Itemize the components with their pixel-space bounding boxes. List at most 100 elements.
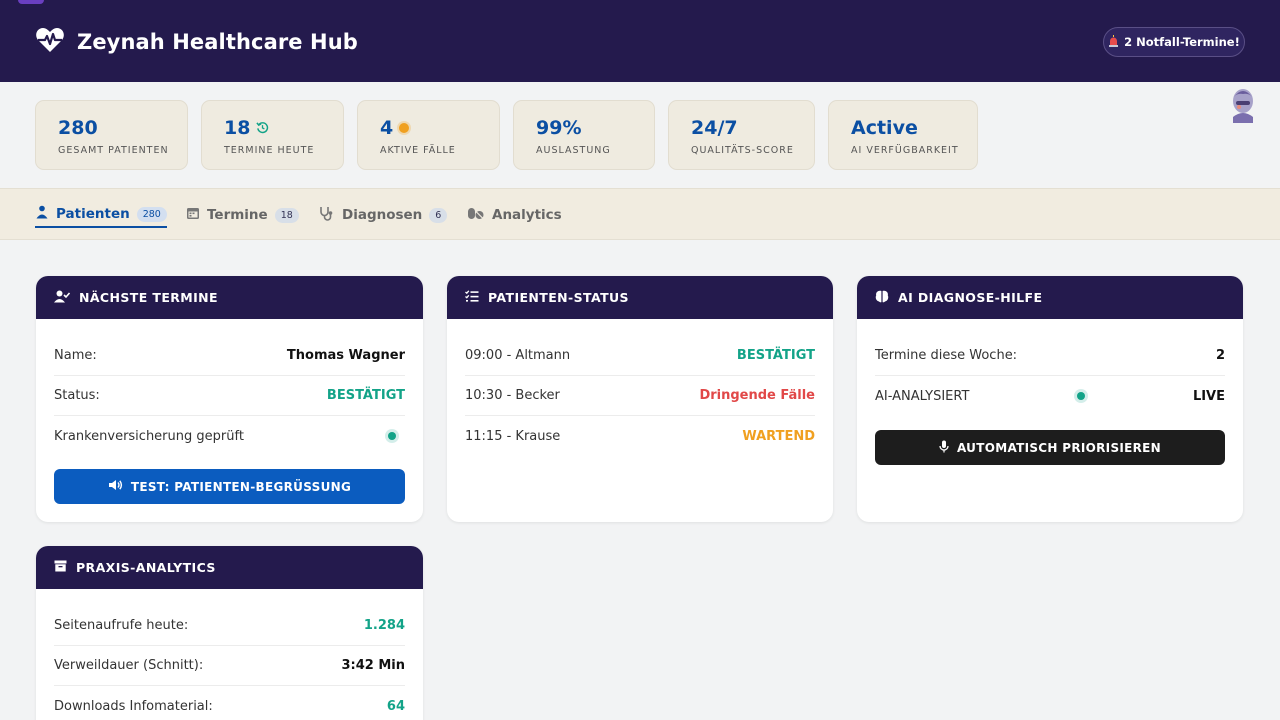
archive-icon [54, 560, 67, 575]
stat-quality-score: 24/7 QUALITÄTS-SCORE [668, 100, 815, 170]
status-list-row[interactable]: 09:00 - Altmann BESTÄTIGT [465, 336, 815, 376]
card-title: PATIENTEN-STATUS [488, 290, 629, 305]
row-label: Status: [54, 388, 100, 403]
tab-patienten[interactable]: Patienten 280 [35, 202, 167, 228]
insurance-row: Krankenversicherung geprüft [54, 416, 405, 456]
ai-diagnosis-card: AI DIAGNOSE-HILFE Termine diese Woche: 2… [857, 276, 1243, 522]
heart-pulse-icon [35, 27, 65, 57]
pills-icon [467, 206, 485, 224]
stat-appointments-today: 18 TERMINE HEUTE [201, 100, 344, 170]
user-check-icon [54, 290, 71, 306]
appointment-status: BESTÄTIGT [736, 348, 815, 363]
card-title: PRAXIS-ANALYTICS [76, 560, 216, 575]
stat-total-patients: 280 GESAMT PATIENTEN [35, 100, 188, 170]
stat-number: 18 [224, 117, 251, 139]
brain-icon [875, 290, 889, 306]
dwell-time-value: 3:42 Min [341, 658, 405, 673]
stat-value: 99% [536, 117, 581, 139]
stat-label: AUSLASTUNG [536, 145, 611, 156]
stat-ai-availability: Active AI VERFÜGBARKEIT [828, 100, 978, 170]
card-header: NÄCHSTE TERMINE [36, 276, 423, 319]
tab-bar: Patienten 280 Termine 18 Diagnosen 6 Ana… [0, 188, 1280, 240]
emergency-badge-label: 2 Notfall-Termine! [1124, 35, 1240, 49]
appointment-time: 09:00 - Altmann [465, 348, 571, 363]
stat-active-cases: 4 AKTIVE FÄLLE [357, 100, 500, 170]
stat-value: 4 [380, 117, 410, 139]
page-views-row: Seitenaufrufe heute: 1.284 [54, 606, 405, 646]
stat-value: Active [851, 117, 918, 139]
stat-number: 24/7 [691, 117, 738, 139]
stat-number: 99% [536, 117, 582, 139]
brand[interactable]: Zeynah Healthcare Hub [35, 27, 358, 57]
row-label: AI-ANALYSIERT [875, 388, 970, 404]
tab-label: Diagnosen [342, 207, 423, 223]
user-avatar[interactable] [1229, 87, 1257, 123]
auto-prioritize-button[interactable]: AUTOMATISCH PRIORISIEREN [875, 430, 1225, 465]
tab-label: Analytics [492, 207, 562, 223]
stat-label: AKTIVE FÄLLE [380, 145, 456, 156]
stat-label: AI VERFÜGBARKEIT [851, 145, 959, 156]
stat-utilization: 99% AUSLASTUNG [513, 100, 655, 170]
stat-label: TERMINE HEUTE [224, 145, 315, 156]
patient-name-row: Name: Thomas Wagner [54, 336, 405, 376]
calendar-icon [186, 206, 200, 224]
stat-value: 18 [224, 117, 269, 139]
row-label: Krankenversicherung geprüft [54, 428, 244, 444]
status-value: BESTÄTIGT [326, 388, 405, 403]
tab-label: Termine [207, 207, 268, 223]
status-list-row[interactable]: 11:15 - Krause WARTEND [465, 416, 815, 456]
downloads-row: Downloads Infomaterial: 64 [54, 686, 405, 720]
patient-icon [35, 205, 49, 223]
practice-analytics-card: PRAXIS-ANALYTICS Seitenaufrufe heute: 1.… [36, 546, 423, 720]
patient-status-card: PATIENTEN-STATUS 09:00 - Altmann BESTÄTI… [447, 276, 833, 522]
next-appointments-card: NÄCHSTE TERMINE Name: Thomas Wagner Stat… [36, 276, 423, 522]
card-header: PRAXIS-ANALYTICS [36, 546, 423, 589]
stat-number: 4 [380, 117, 394, 139]
page-views-value: 1.284 [363, 618, 405, 633]
test-greeting-button[interactable]: TEST: PATIENTEN-BEGRÜSSUNG [54, 469, 405, 504]
alert-dot-icon [399, 123, 410, 133]
status-list-row[interactable]: 10:30 - Becker Dringende Fälle [465, 376, 815, 416]
downloads-value: 64 [386, 698, 405, 714]
row-label: Termine diese Woche: [875, 348, 1018, 363]
ai-analyzed-row: AI-ANALYSIERT LIVE [875, 376, 1225, 416]
stat-number: Active [851, 117, 918, 139]
stat-label: GESAMT PATIENTEN [58, 145, 169, 156]
status-row: Status: BESTÄTIGT [54, 376, 405, 416]
list-check-icon [465, 290, 479, 305]
history-icon [256, 117, 269, 139]
row-label: Seitenaufrufe heute: [54, 618, 189, 633]
live-indicator-dot [1077, 392, 1085, 400]
status-indicator-dot [388, 432, 396, 440]
microphone-icon [939, 440, 949, 456]
appointment-time: 11:15 - Krause [465, 428, 561, 444]
dwell-time-row: Verweildauer (Schnitt): 3:42 Min [54, 646, 405, 686]
ai-analyzed-value: LIVE [1192, 388, 1225, 404]
tab-count: 280 [136, 206, 167, 222]
siren-icon [1108, 34, 1119, 50]
stat-label: QUALITÄTS-SCORE [691, 145, 794, 156]
button-label: TEST: PATIENTEN-BEGRÜSSUNG [130, 479, 352, 494]
stat-value: 280 [58, 117, 98, 139]
row-label: Verweildauer (Schnitt): [54, 658, 204, 673]
stat-number: 280 [58, 117, 98, 139]
card-header: PATIENTEN-STATUS [447, 276, 833, 319]
tab-analytics[interactable]: Analytics [467, 202, 562, 228]
appointment-time: 10:30 - Becker [465, 388, 560, 403]
appointment-status: WARTEND [742, 428, 815, 444]
card-title: AI DIAGNOSE-HILFE [898, 290, 1043, 305]
week-appointments-row: Termine diese Woche: 2 [875, 336, 1225, 376]
stethoscope-icon [319, 206, 335, 225]
emergency-appointments-badge[interactable]: 2 Notfall-Termine! [1103, 27, 1245, 57]
stat-value: 24/7 [691, 117, 738, 139]
top-header: Zeynah Healthcare Hub 2 Notfall-Termine! [0, 0, 1280, 82]
speaker-icon [108, 479, 123, 494]
appointment-status: Dringende Fälle [699, 388, 815, 403]
row-label: Downloads Infomaterial: [54, 698, 213, 714]
tab-diagnosen[interactable]: Diagnosen 6 [319, 202, 448, 228]
week-appointments-value: 2 [1215, 348, 1225, 363]
tab-termine[interactable]: Termine 18 [186, 202, 299, 228]
row-label: Name: [54, 348, 97, 363]
patient-name: Thomas Wagner [286, 348, 405, 363]
tab-count: 6 [429, 207, 448, 223]
